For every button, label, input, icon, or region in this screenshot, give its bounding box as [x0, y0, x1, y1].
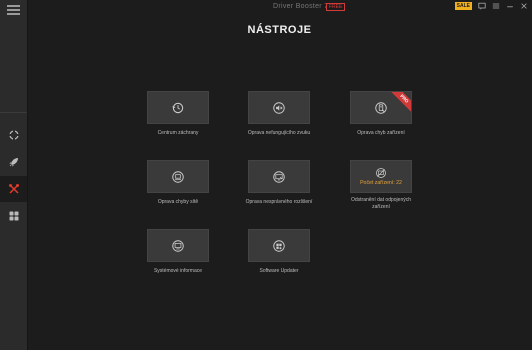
- menu-icon[interactable]: [7, 5, 20, 15]
- free-badge: FREE: [326, 3, 346, 11]
- monitor-icon: [273, 170, 285, 183]
- tile-label: Odstranění dat odpojených zařízení: [350, 197, 412, 210]
- rocket-icon: [9, 158, 18, 167]
- tool-fix-network: Oprava chyby sítě: [147, 160, 209, 206]
- rescue-center-button[interactable]: [147, 91, 209, 124]
- refresh-icon: [8, 130, 19, 140]
- tools-icon: [8, 184, 19, 194]
- tool-fix-device-error: PRO Oprava chyb zařízení: [350, 91, 412, 137]
- sale-badge[interactable]: SALE: [454, 2, 472, 10]
- device-count: Počet zařízení: 22: [360, 180, 402, 186]
- sidebar-divider: [0, 112, 27, 113]
- pro-badge: PRO: [388, 92, 411, 115]
- minimize-icon[interactable]: [506, 2, 514, 10]
- software-update-icon: [273, 239, 285, 252]
- tile-label: Oprava chyby sítě: [157, 199, 199, 205]
- tile-label: Systémové informace: [153, 268, 203, 274]
- fix-resolution-button[interactable]: [248, 160, 310, 193]
- tile-label: Oprava nefungujícího zvuku: [247, 130, 311, 136]
- fix-no-sound-button[interactable]: [248, 91, 310, 124]
- page-title: NÁSTROJE: [247, 24, 312, 36]
- sidebar: [0, 0, 28, 350]
- tile-label: Oprava nesprávného rozlišení: [245, 199, 313, 205]
- tool-fix-resolution: Oprava nesprávného rozlišení: [246, 160, 312, 206]
- clean-disconnected-button[interactable]: Počet zařízení: 22: [350, 160, 412, 193]
- restore-icon: [172, 102, 184, 113]
- remove-device-icon: [376, 168, 386, 178]
- device-repair-icon: [375, 101, 387, 114]
- menu-lines-icon[interactable]: [492, 2, 500, 10]
- tile-label: Oprava chyb zařízení: [357, 130, 405, 136]
- tool-clean-disconnected: Počet zařízení: 22 Odstranění dat odpoje…: [350, 160, 412, 211]
- tile-label: Centrum záchrany: [157, 130, 199, 136]
- tool-rescue-center: Centrum záchrany: [147, 91, 209, 137]
- sidebar-item-tools[interactable]: [0, 176, 27, 202]
- tool-system-info: Systémové informace: [147, 229, 209, 275]
- sidebar-item-scan[interactable]: [0, 122, 27, 148]
- grid-icon: [9, 211, 18, 221]
- message-icon[interactable]: [478, 2, 486, 10]
- fix-network-button[interactable]: [147, 160, 209, 193]
- software-updater-button[interactable]: [248, 229, 310, 262]
- app-title: Driver Booster 7: [273, 3, 329, 10]
- title-bar: Driver Booster 7 FREE SALE: [27, 0, 532, 14]
- sidebar-item-action-center[interactable]: [0, 203, 27, 229]
- fix-device-error-button[interactable]: PRO: [350, 91, 412, 124]
- sidebar-item-boost[interactable]: [0, 149, 27, 175]
- speaker-mute-icon: [273, 101, 285, 114]
- close-icon[interactable]: [520, 2, 528, 10]
- tile-label: Software Updater: [259, 268, 299, 274]
- window-controls: SALE: [454, 2, 528, 10]
- network-icon: [172, 170, 184, 183]
- system-info-button[interactable]: [147, 229, 209, 262]
- tool-software-updater: Software Updater: [248, 229, 310, 275]
- tool-fix-no-sound: Oprava nefungujícího zvuku: [248, 91, 310, 137]
- system-info-icon: [172, 239, 184, 252]
